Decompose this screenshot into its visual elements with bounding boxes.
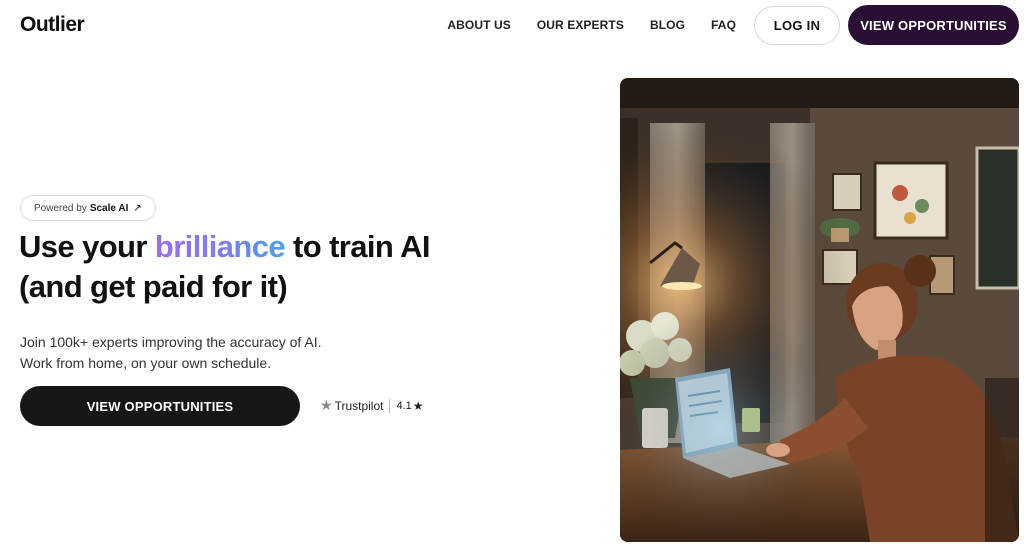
logo[interactable]: Outlier: [20, 13, 85, 37]
nav-our-experts[interactable]: OUR EXPERTS: [537, 18, 624, 32]
top-nav: ABOUT US OUR EXPERTS BLOG FAQ LOG IN VIE…: [447, 5, 1019, 45]
powered-by-badge[interactable]: Powered by Scale AI ↗: [20, 195, 156, 221]
login-button[interactable]: LOG IN: [754, 5, 840, 45]
headline-highlight: brilliance: [154, 229, 286, 264]
hero-photo: [620, 78, 1019, 542]
subtitle-line1: Join 100k+ experts improving the accurac…: [20, 334, 322, 350]
hero-headline: Use your brilliance to train AI (and get…: [19, 227, 439, 307]
rating-star-icon: ★: [412, 398, 424, 413]
arrow-up-right-icon: ↗: [133, 202, 142, 214]
nav-faq[interactable]: FAQ: [711, 18, 736, 32]
nav-blog[interactable]: BLOG: [650, 18, 685, 32]
trustpilot-star-icon: ★: [320, 397, 333, 413]
view-opportunities-header-button[interactable]: VIEW OPPORTUNITIES: [848, 5, 1019, 45]
hero-subtitle: Join 100k+ experts improving the accurac…: [20, 332, 380, 374]
rating-divider: [389, 398, 391, 413]
view-opportunities-hero-button[interactable]: VIEW OPPORTUNITIES: [20, 386, 300, 426]
trustpilot-label: Trustpilot: [334, 398, 384, 413]
trustpilot-rating[interactable]: ★ Trustpilot 4.1 ★: [320, 397, 424, 414]
powered-by-label: Powered by: [34, 202, 87, 214]
headline-part1: Use your: [19, 229, 155, 264]
subtitle-line2: Work from home, on your own schedule.: [20, 355, 272, 371]
rating-value: 4.1: [396, 399, 412, 412]
powered-by-brand: Scale AI: [89, 202, 129, 214]
nav-about-us[interactable]: ABOUT US: [447, 18, 510, 32]
